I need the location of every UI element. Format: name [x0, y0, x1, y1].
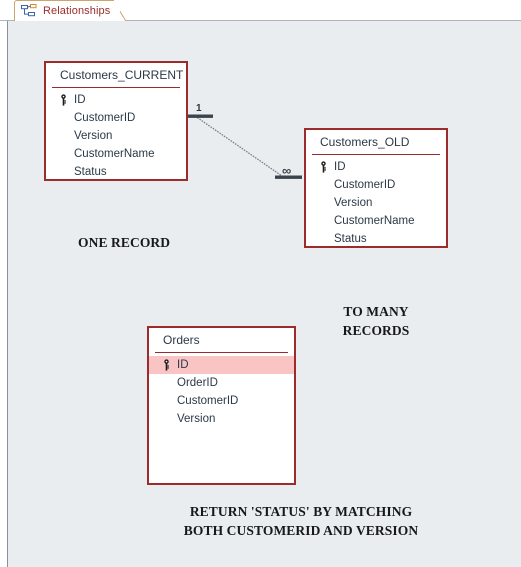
field-list-customers-current: ID CustomerID Version CustomerName Statu… — [46, 88, 186, 181]
document-tab-strip: Relationships — [0, 0, 521, 22]
relationship-one-side-label: 1 — [196, 103, 202, 114]
tab-relationships-label: Relationships — [43, 4, 111, 17]
field-name: CustomerID — [334, 179, 396, 191]
annotation-to-many-records: TO MANY RECORDS — [342, 304, 410, 338]
access-relationships-window: Relationships 1 ∞ Customers_CURRENT ID C… — [0, 0, 521, 567]
relationship-many-side-label: ∞ — [282, 163, 292, 178]
field-name: Status — [74, 166, 107, 178]
field-row[interactable]: ID — [306, 158, 446, 176]
table-box-customers-old[interactable]: Customers_OLD ID CustomerID Version Cust… — [304, 128, 448, 248]
table-title-customers-old: Customers_OLD — [320, 135, 410, 149]
field-row[interactable]: Status — [46, 163, 186, 181]
relationships-canvas[interactable]: 1 ∞ Customers_CURRENT ID CustomerID Vers… — [7, 21, 521, 567]
field-row[interactable]: OrderID — [149, 374, 294, 392]
table-box-orders[interactable]: Orders ID OrderID CustomerID Version — [147, 326, 296, 485]
annotation-return-status: RETURN 'STATUS' BY MATCHING BOTH CUSTOME… — [183, 504, 419, 538]
field-name: Status — [334, 233, 367, 245]
relationships-diagram-icon — [21, 4, 37, 18]
table-title-orders: Orders — [163, 333, 200, 347]
field-row[interactable]: Version — [46, 127, 186, 145]
table-title-customers-current: Customers_CURRENT — [60, 68, 184, 82]
field-row[interactable]: CustomerID — [46, 109, 186, 127]
tab-relationships[interactable]: Relationships — [14, 0, 128, 22]
field-list-customers-old: ID CustomerID Version CustomerName Statu… — [306, 155, 446, 248]
field-row[interactable]: CustomerID — [306, 176, 446, 194]
field-name: CustomerName — [74, 148, 155, 160]
primary-key-icon — [312, 161, 334, 173]
annotation-one-record: ONE RECORD — [78, 235, 171, 250]
field-name: CustomerID — [177, 395, 239, 407]
primary-key-icon — [52, 94, 74, 106]
field-name: Version — [334, 197, 373, 209]
field-row[interactable]: CustomerName — [46, 145, 186, 163]
field-name: Version — [177, 413, 216, 425]
field-name: OrderID — [177, 377, 218, 389]
tab-slant-edge — [113, 1, 128, 22]
field-name: Version — [74, 130, 113, 142]
field-row[interactable]: Status — [306, 230, 446, 248]
field-row[interactable]: ID — [46, 91, 186, 109]
field-list-orders: ID OrderID CustomerID Version — [149, 353, 294, 428]
field-name: ID — [177, 359, 189, 371]
primary-key-icon — [155, 359, 177, 371]
field-name: ID — [74, 94, 86, 106]
table-box-customers-current[interactable]: Customers_CURRENT ID CustomerID Version … — [44, 61, 188, 181]
field-row[interactable]: Version — [149, 410, 294, 428]
field-row[interactable]: Version — [306, 194, 446, 212]
field-name: ID — [334, 161, 346, 173]
field-row[interactable]: CustomerName — [306, 212, 446, 230]
field-name: CustomerName — [334, 215, 415, 227]
field-name: CustomerID — [74, 112, 136, 124]
field-row[interactable]: CustomerID — [149, 392, 294, 410]
field-row-selected[interactable]: ID — [149, 356, 294, 374]
